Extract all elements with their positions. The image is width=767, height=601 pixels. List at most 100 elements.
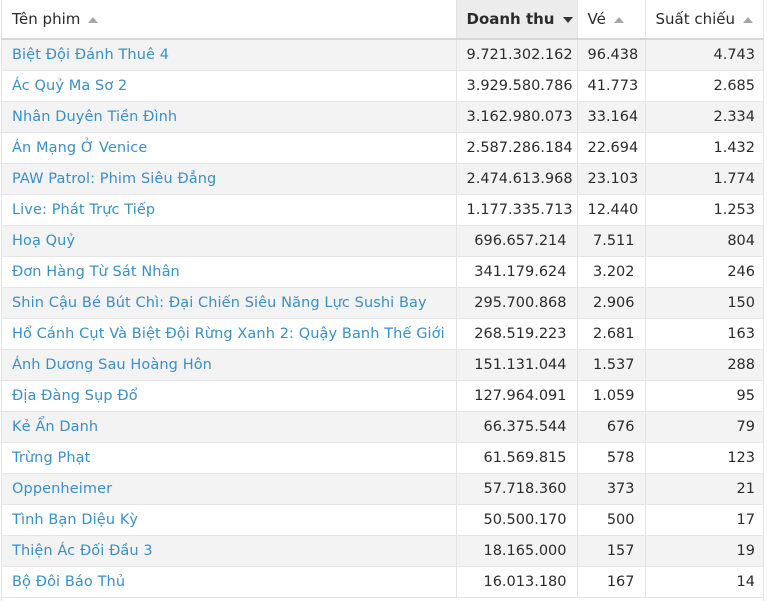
revenue-cell: 50.500.170: [456, 504, 578, 536]
screenings-cell: 288: [645, 349, 763, 381]
tickets-cell: 676: [577, 411, 646, 443]
sort-descending-icon: [562, 16, 573, 23]
revenue-cell: 151.131.044: [456, 349, 578, 381]
table-row: Oppenheimer 57.718.360 373 21: [2, 473, 763, 505]
tickets-cell: 2.906: [577, 287, 646, 319]
tickets-cell: 500: [577, 504, 646, 536]
revenue-cell: 341.179.624: [456, 256, 578, 288]
screenings-cell: 4.743: [645, 39, 763, 71]
table-row: Hoạ Quỷ 696.657.214 7.511 804: [2, 225, 763, 257]
screenings-cell: 163: [645, 318, 763, 350]
movie-title-link[interactable]: Ánh Dương Sau Hoàng Hôn: [2, 349, 457, 381]
movie-title-link[interactable]: Nhân Duyên Tiền Đình: [2, 101, 457, 133]
screenings-cell: 19: [645, 535, 763, 567]
screenings-cell: 1.253: [645, 194, 763, 226]
table-row: Thiện Ác Đối Đầu 3 18.165.000 157 19: [2, 535, 763, 567]
movie-title-link[interactable]: Địa Đàng Sụp Đổ: [2, 380, 457, 412]
table-row: Hổ Cánh Cụt Và Biệt Đội Rừng Xanh 2: Quậ…: [2, 318, 763, 350]
movie-title-link[interactable]: Biệt Đội Đánh Thuê 4: [2, 39, 457, 71]
column-header-screenings[interactable]: Suất chiếu: [645, 0, 763, 40]
movie-title-link[interactable]: Trừng Phạt: [2, 442, 457, 474]
table-row: Shin Cậu Bé Bút Chì: Đại Chiến Siêu Năng…: [2, 287, 763, 319]
screenings-cell: 1.774: [645, 163, 763, 195]
tickets-cell: 22.694: [577, 132, 646, 164]
revenue-cell: 2.587.286.184: [456, 132, 578, 164]
movie-title-link[interactable]: Oppenheimer: [2, 473, 457, 505]
column-header-tickets[interactable]: Vé: [577, 0, 646, 40]
table-row: Trừng Phạt 61.569.815 578 123: [2, 442, 763, 474]
screenings-cell: 2.685: [645, 70, 763, 102]
table-row: Live: Phát Trực Tiếp 1.177.335.713 12.440 1…: [2, 194, 763, 226]
tickets-cell: 12.440: [577, 194, 646, 226]
revenue-cell: 18.165.000: [456, 535, 578, 567]
revenue-cell: 9.721.302.162: [456, 39, 578, 71]
movie-title-link[interactable]: Hổ Cánh Cụt Và Biệt Đội Rừng Xanh 2: Quậ…: [2, 318, 457, 350]
tickets-cell: 2.681: [577, 318, 646, 350]
revenue-cell: 16.013.180: [456, 566, 578, 598]
movie-revenue-table: Tên phim Doanh thu Vé Suất chiếu Biệt Độ…: [2, 0, 763, 598]
sort-ascending-icon: [743, 16, 754, 23]
header-row: Tên phim Doanh thu Vé Suất chiếu: [2, 0, 763, 40]
tickets-cell: 41.773: [577, 70, 646, 102]
column-header-title[interactable]: Tên phim: [2, 0, 457, 40]
movie-title-link[interactable]: Án Mạng Ở Venice: [2, 132, 457, 164]
tickets-cell: 1.537: [577, 349, 646, 381]
column-header-revenue[interactable]: Doanh thu: [456, 0, 578, 40]
screenings-cell: 1.432: [645, 132, 763, 164]
table-row: PAW Patrol: Phim Siêu Đẳng 2.474.613.968 2…: [2, 163, 763, 195]
movie-title-link[interactable]: Bộ Đôi Báo Thủ: [2, 566, 457, 598]
screenings-cell: 17: [645, 504, 763, 536]
movie-title-link[interactable]: PAW Patrol: Phim Siêu Đẳng: [2, 163, 457, 195]
table-row: Địa Đàng Sụp Đổ 127.964.091 1.059 95: [2, 380, 763, 412]
revenue-cell: 2.474.613.968: [456, 163, 578, 195]
table-row: Biệt Đội Đánh Thuê 4 9.721.302.162 96.438 4…: [2, 39, 763, 71]
movie-title-link[interactable]: Đơn Hàng Từ Sát Nhân: [2, 256, 457, 288]
tickets-cell: 23.103: [577, 163, 646, 195]
screenings-cell: 79: [645, 411, 763, 443]
table-row: Bộ Đôi Báo Thủ 16.013.180 167 14: [2, 566, 763, 598]
column-header-label: Suất chiếu: [655, 10, 736, 28]
screenings-cell: 95: [645, 380, 763, 412]
revenue-cell: 268.519.223: [456, 318, 578, 350]
tickets-cell: 167: [577, 566, 646, 598]
table-row: Đơn Hàng Từ Sát Nhân 341.179.624 3.202 246: [2, 256, 763, 288]
revenue-cell: 1.177.335.713: [456, 194, 578, 226]
movie-title-link[interactable]: Hoạ Quỷ: [2, 225, 457, 257]
movie-title-link[interactable]: Tình Bạn Diệu Kỳ: [2, 504, 457, 536]
screenings-cell: 21: [645, 473, 763, 505]
tickets-cell: 33.164: [577, 101, 646, 133]
table-body: Biệt Đội Đánh Thuê 4 9.721.302.162 96.438 4…: [2, 39, 763, 598]
table-row: Ánh Dương Sau Hoàng Hôn 151.131.044 1.537 2…: [2, 349, 763, 381]
revenue-cell: 61.569.815: [456, 442, 578, 474]
screenings-cell: 246: [645, 256, 763, 288]
column-header-label: Doanh thu: [466, 10, 555, 28]
movie-title-link[interactable]: Shin Cậu Bé Bút Chì: Đại Chiến Siêu Năng…: [2, 287, 457, 319]
movie-title-link[interactable]: Kẻ Ẩn Danh: [2, 411, 457, 443]
revenue-cell: 57.718.360: [456, 473, 578, 505]
tickets-cell: 3.202: [577, 256, 646, 288]
table-header: Tên phim Doanh thu Vé Suất chiếu: [2, 0, 763, 40]
movie-title-link[interactable]: Thiện Ác Đối Đầu 3: [2, 535, 457, 567]
revenue-cell: 295.700.868: [456, 287, 578, 319]
table-row: Nhân Duyên Tiền Đình 3.162.980.073 33.164 2…: [2, 101, 763, 133]
screenings-cell: 14: [645, 566, 763, 598]
table-row: Kẻ Ẩn Danh 66.375.544 676 79: [2, 411, 763, 443]
movie-title-link[interactable]: Live: Phát Trực Tiếp: [2, 194, 457, 226]
table-row: Án Mạng Ở Venice 2.587.286.184 22.694 1.432: [2, 132, 763, 164]
column-header-label: Tên phim: [12, 10, 81, 28]
tickets-cell: 373: [577, 473, 646, 505]
revenue-cell: 696.657.214: [456, 225, 578, 257]
sort-ascending-icon: [88, 16, 99, 23]
screenings-cell: 804: [645, 225, 763, 257]
movie-revenue-table-container: Tên phim Doanh thu Vé Suất chiếu Biệt Độ…: [1, 0, 764, 601]
table-row: Tình Bạn Diệu Kỳ 50.500.170 500 17: [2, 504, 763, 536]
movie-title-link[interactable]: Ác Quỷ Ma Sơ 2: [2, 70, 457, 102]
revenue-cell: 3.162.980.073: [456, 101, 578, 133]
tickets-cell: 578: [577, 442, 646, 474]
tickets-cell: 7.511: [577, 225, 646, 257]
table-row: Ác Quỷ Ma Sơ 2 3.929.580.786 41.773 2.685: [2, 70, 763, 102]
column-header-label: Vé: [587, 10, 606, 28]
tickets-cell: 96.438: [577, 39, 646, 71]
sort-ascending-icon: [613, 16, 624, 23]
screenings-cell: 2.334: [645, 101, 763, 133]
